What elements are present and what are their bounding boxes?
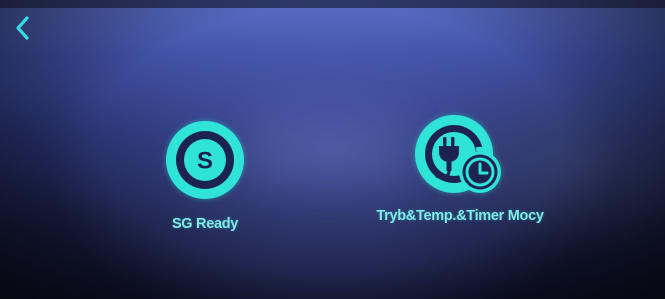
power-mode-timer-label: Tryb&Temp.&Timer Mocy (376, 208, 544, 224)
sg-ready-tile[interactable]: S SG Ready (140, 118, 270, 232)
power-plug-timer-icon (415, 115, 501, 193)
back-button[interactable] (12, 14, 36, 42)
sg-ready-icon: S (166, 121, 244, 199)
chevron-left-icon (16, 16, 29, 40)
top-edge (0, 0, 665, 8)
sg-ready-label: SG Ready (171, 216, 239, 232)
power-mode-timer-tile[interactable]: Tryb&Temp.&Timer Mocy (350, 112, 570, 224)
device-screen: S SG Ready Tryb&Temp.&Timer Mocy (0, 0, 665, 299)
svg-text:S: S (197, 148, 213, 175)
